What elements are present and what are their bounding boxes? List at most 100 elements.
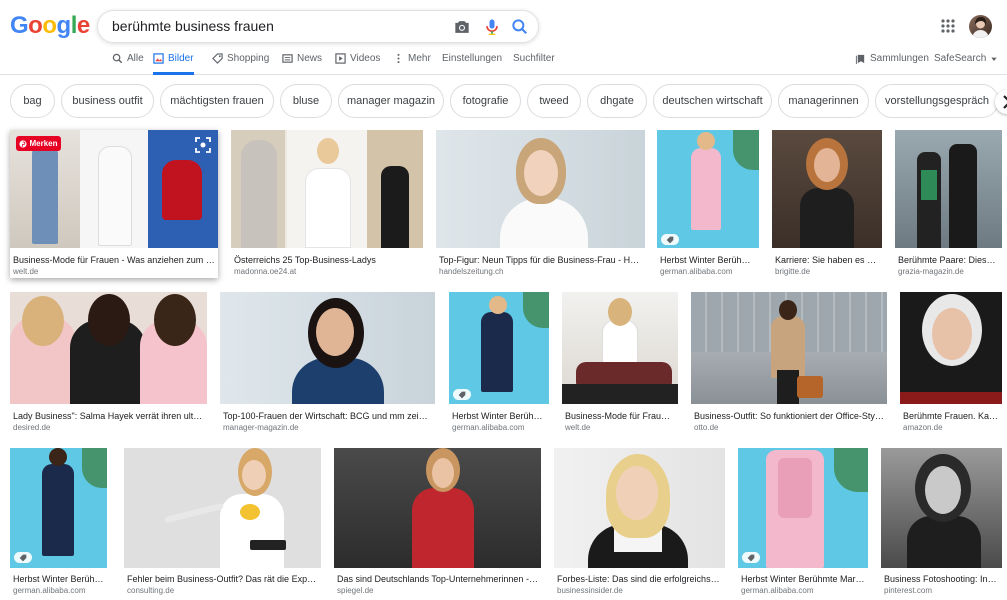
chip-dhgate[interactable]: dhgate: [587, 84, 647, 118]
pinterest-save-button[interactable]: Merken: [16, 136, 61, 151]
tab-videos[interactable]: Videos: [335, 48, 380, 75]
result-thumbnail[interactable]: [231, 130, 423, 248]
result-source[interactable]: german.alibaba.com: [660, 267, 732, 276]
result-source[interactable]: grazia-magazin.de: [898, 267, 964, 276]
image-result[interactable]: Top-Figur: Neun Tipps für die Business-F…: [436, 130, 645, 278]
result-thumbnail[interactable]: [562, 292, 678, 404]
result-source[interactable]: pinterest.com: [884, 586, 932, 595]
result-thumbnail[interactable]: [895, 130, 1002, 248]
result-thumbnail[interactable]: [10, 292, 207, 404]
image-result[interactable]: Berühmte Paare: Diese ... grazia-magazin…: [895, 130, 1002, 278]
result-title[interactable]: Karriere: Sie haben es ge...: [775, 255, 879, 265]
microphone-icon[interactable]: [482, 17, 502, 37]
result-thumbnail[interactable]: [10, 448, 107, 568]
image-result[interactable]: Business-Outfit: So funktioniert der Off…: [691, 292, 887, 434]
result-title[interactable]: Forbes-Liste: Das sind die erfolgreichst…: [557, 574, 722, 584]
result-title[interactable]: Business-Outfit: So funktioniert der Off…: [694, 411, 884, 421]
tab-alle[interactable]: Alle: [112, 48, 144, 75]
result-source[interactable]: spiegel.de: [337, 586, 373, 595]
result-thumbnail[interactable]: [220, 292, 435, 404]
result-source[interactable]: handelszeitung.ch: [439, 267, 504, 276]
tab-mehr[interactable]: Mehr: [393, 48, 431, 75]
result-thumbnail[interactable]: [772, 130, 882, 248]
image-result[interactable]: Das sind Deutschlands Top-Unternehmerinn…: [334, 448, 541, 596]
collections-link[interactable]: Sammlungen: [855, 48, 929, 75]
tab-news[interactable]: News: [282, 48, 322, 75]
result-thumbnail[interactable]: [738, 448, 868, 568]
image-result[interactable]: Fehler beim Business-Outfit? Das rät die…: [124, 448, 321, 596]
image-result[interactable]: Merken Business-Mode für Frauen - Was an…: [10, 130, 218, 278]
image-result[interactable]: Herbst Winter Berühmt... german.alibaba.…: [657, 130, 759, 278]
chip-bag[interactable]: bag: [10, 84, 55, 118]
result-title[interactable]: Business Fotoshooting: Ins...: [884, 574, 999, 584]
image-result[interactable]: Business-Mode für Frauen... welt.de: [562, 292, 678, 434]
result-source[interactable]: madonna.oe24.at: [234, 267, 296, 276]
search-input[interactable]: berühmte business frauen: [112, 18, 274, 34]
result-source[interactable]: german.alibaba.com: [452, 423, 524, 432]
tab-einstellungen[interactable]: Einstellungen: [442, 48, 502, 75]
result-source[interactable]: german.alibaba.com: [13, 586, 85, 595]
result-source[interactable]: otto.de: [694, 423, 718, 432]
search-icon[interactable]: [510, 17, 530, 37]
result-thumbnail[interactable]: [334, 448, 541, 568]
image-result[interactable]: Berühmte Frauen. Kale... amazon.de: [900, 292, 1002, 434]
result-source[interactable]: german.alibaba.com: [741, 586, 813, 595]
result-source[interactable]: brigitte.de: [775, 267, 810, 276]
chip-deutschen-wirtschaft[interactable]: deutschen wirtschaft: [653, 84, 772, 118]
image-result[interactable]: Forbes-Liste: Das sind die erfolgreichst…: [554, 448, 725, 596]
safesearch-menu[interactable]: SafeSearch: [934, 48, 998, 75]
chip-bluse[interactable]: bluse: [280, 84, 332, 118]
result-title[interactable]: Business-Mode für Frauen - Was anziehen …: [13, 255, 215, 265]
result-title[interactable]: Österreichs 25 Top-Business-Ladys: [234, 255, 420, 265]
result-thumbnail[interactable]: [124, 448, 321, 568]
result-source[interactable]: consulting.de: [127, 586, 174, 595]
result-title[interactable]: Herbst Winter Berühmte Mark...: [741, 574, 865, 584]
result-thumbnail[interactable]: [691, 292, 887, 404]
search-box[interactable]: berühmte business frauen: [97, 10, 539, 43]
result-source[interactable]: welt.de: [13, 267, 38, 276]
image-result[interactable]: Österreichs 25 Top-Business-Ladys madonn…: [231, 130, 423, 278]
tab-shopping[interactable]: Shopping: [212, 48, 269, 75]
result-source[interactable]: businessinsider.de: [557, 586, 623, 595]
chip-manager-magazin[interactable]: manager magazin: [338, 84, 444, 118]
user-avatar[interactable]: [969, 15, 992, 38]
result-title[interactable]: Berühmte Paare: Diese ...: [898, 255, 999, 265]
result-title[interactable]: Top-Figur: Neun Tipps für die Business-F…: [439, 255, 642, 265]
result-source[interactable]: amazon.de: [903, 423, 943, 432]
image-result[interactable]: Top-100-Frauen der Wirtschaft: BCG und m…: [220, 292, 435, 434]
result-source[interactable]: desired.de: [13, 423, 50, 432]
chips-next-button[interactable]: [995, 90, 1007, 114]
result-thumbnail[interactable]: [657, 130, 759, 248]
result-title[interactable]: Business-Mode für Frauen...: [565, 411, 675, 421]
google-logo[interactable]: Google: [10, 12, 90, 40]
image-result[interactable]: Business Fotoshooting: Ins... pinterest.…: [881, 448, 1002, 596]
result-source[interactable]: welt.de: [565, 423, 590, 432]
result-thumbnail[interactable]: [436, 130, 645, 248]
result-source[interactable]: manager-magazin.de: [223, 423, 299, 432]
result-title[interactable]: Herbst Winter Berühmt...: [452, 411, 546, 421]
image-result[interactable]: Herbst Winter Berühmt... german.alibaba.…: [10, 448, 107, 596]
chip-managerinnen[interactable]: managerinnen: [778, 84, 869, 118]
result-title[interactable]: Berühmte Frauen. Kale...: [903, 411, 999, 421]
result-title[interactable]: Das sind Deutschlands Top-Unternehmerinn…: [337, 574, 538, 584]
result-thumbnail[interactable]: Merken: [10, 130, 218, 248]
chip-fotografie[interactable]: fotografie: [450, 84, 521, 118]
tab-bilder[interactable]: Bilder: [153, 48, 194, 75]
camera-icon[interactable]: [452, 17, 472, 37]
result-thumbnail[interactable]: [554, 448, 725, 568]
image-result[interactable]: Herbst Winter Berühmt... german.alibaba.…: [449, 292, 549, 434]
chip-business-outfit[interactable]: business outfit: [61, 84, 154, 118]
chip-tweed[interactable]: tweed: [527, 84, 581, 118]
result-title[interactable]: Top-100-Frauen der Wirtschaft: BCG und m…: [223, 411, 432, 421]
chip-vorstellungsgespraech[interactable]: vorstellungsgespräch: [875, 84, 999, 118]
result-thumbnail[interactable]: [449, 292, 549, 404]
image-result[interactable]: Lady Business": Salma Hayek verrät ihren…: [10, 292, 207, 434]
result-title[interactable]: Herbst Winter Berühmt...: [13, 574, 104, 584]
visual-search-icon[interactable]: [194, 136, 212, 154]
image-result[interactable]: Herbst Winter Berühmte Mark... german.al…: [738, 448, 868, 596]
result-title[interactable]: Fehler beim Business-Outfit? Das rät die…: [127, 574, 318, 584]
apps-grid-icon[interactable]: [940, 18, 956, 34]
result-thumbnail[interactable]: [881, 448, 1002, 568]
result-title[interactable]: Lady Business": Salma Hayek verrät ihren…: [13, 411, 204, 421]
tab-suchfilter[interactable]: Suchfilter: [513, 48, 555, 75]
